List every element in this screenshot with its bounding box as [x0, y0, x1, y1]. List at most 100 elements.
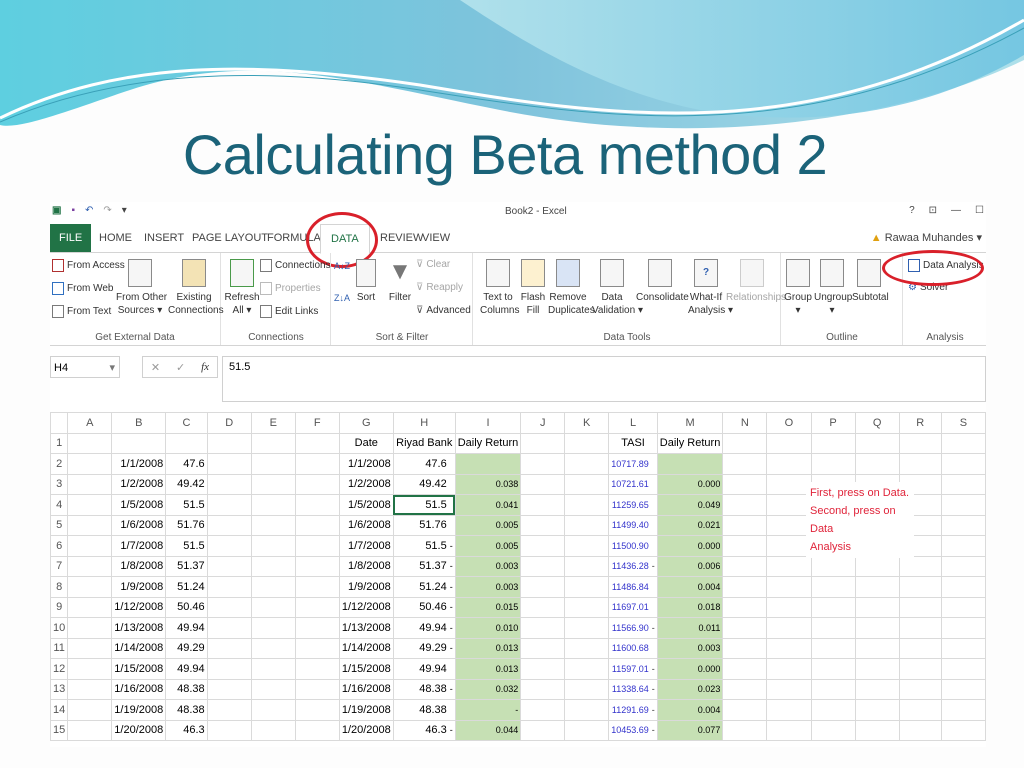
cell-n[interactable] [722, 555, 768, 577]
ribbon-display-icon[interactable]: ⊡ [929, 205, 937, 216]
cell-o[interactable] [766, 535, 812, 557]
cell-f[interactable] [294, 658, 340, 680]
cell-date-g[interactable]: 1/14/2008 [338, 637, 394, 659]
cell-tasi-l[interactable]: 11697.01 [608, 596, 658, 618]
cell-a[interactable] [67, 494, 113, 516]
tab-view[interactable]: VIEW [422, 224, 450, 252]
cell[interactable] [111, 432, 167, 454]
user-account[interactable]: ▲ Rawaa Muhandes ▾ [871, 224, 982, 252]
cell-d[interactable] [206, 699, 252, 721]
cell-riyad-bank-h[interactable]: 46.3- [392, 719, 456, 741]
cell-daily-return-i[interactable]: 0.005 [454, 514, 522, 536]
cell-date-b[interactable]: 1/8/2008 [111, 555, 167, 577]
cell-price-c[interactable]: 49.94 [165, 617, 208, 639]
cell-q[interactable] [854, 637, 900, 659]
cell-daily-return-i[interactable]: 0.044 [454, 719, 522, 741]
cell-a[interactable] [67, 555, 113, 577]
cell[interactable] [940, 432, 986, 454]
cell-a[interactable] [67, 637, 113, 659]
cell-s[interactable] [940, 535, 986, 557]
cell-daily-return-i[interactable] [454, 453, 522, 475]
cell-daily-return-i[interactable]: 0.005 [454, 535, 522, 557]
cell-e[interactable] [250, 596, 296, 618]
cell-e[interactable] [250, 719, 296, 741]
cell[interactable] [766, 432, 812, 454]
cell-tasi-l[interactable]: 11436.28- [608, 555, 658, 577]
cell-daily-return-m[interactable]: 0.004 [656, 699, 724, 721]
cell-e[interactable] [250, 678, 296, 700]
properties-button[interactable]: Properties [260, 282, 321, 295]
cell-e[interactable] [250, 514, 296, 536]
cell-k[interactable] [564, 473, 610, 495]
cancel-icon[interactable]: ✕ [151, 361, 160, 374]
cell-date-g[interactable]: 1/13/2008 [338, 617, 394, 639]
cell-tasi-l[interactable]: 11338.64- [608, 678, 658, 700]
cell-f[interactable] [294, 637, 340, 659]
cell-tasi-l[interactable]: 11566.90- [608, 617, 658, 639]
ungroup-button[interactable]: Ungroup ▾ [814, 259, 852, 317]
what-if-analysis-button[interactable]: ? What-If Analysis ▾ [688, 259, 733, 317]
tab-page-layout[interactable]: PAGE LAYOUT [192, 224, 268, 252]
cell-price-c[interactable]: 51.5 [165, 494, 208, 516]
cell-riyad-bank-h[interactable]: 51.76 [392, 514, 456, 536]
cell-date-g[interactable]: 1/2/2008 [338, 473, 394, 495]
cell-price-c[interactable]: 51.76 [165, 514, 208, 536]
column-header-a[interactable]: A [67, 412, 113, 434]
cell[interactable] [206, 432, 252, 454]
cell-e[interactable] [250, 617, 296, 639]
cell-price-c[interactable]: 46.3 [165, 719, 208, 741]
cell-n[interactable] [722, 719, 768, 741]
cell-daily-return-m[interactable] [656, 453, 724, 475]
cell-j[interactable] [520, 617, 566, 639]
cell-n[interactable] [722, 453, 768, 475]
cell-tasi-l[interactable]: 11600.68 [608, 637, 658, 659]
row-header[interactable]: 2 [50, 453, 69, 475]
cell-date-b[interactable]: 1/6/2008 [111, 514, 167, 536]
row-header[interactable]: 12 [50, 658, 69, 680]
cell-date-b[interactable]: 1/2/2008 [111, 473, 167, 495]
cell-date-g[interactable]: 1/1/2008 [338, 453, 394, 475]
cell-k[interactable] [564, 699, 610, 721]
column-header-r[interactable]: R [898, 412, 942, 434]
cell-p[interactable] [810, 453, 856, 475]
cell-k[interactable] [564, 535, 610, 557]
cell-d[interactable] [206, 596, 252, 618]
cell-f[interactable] [294, 699, 340, 721]
remove-duplicates-button[interactable]: Remove Duplicates [548, 259, 595, 317]
cell-e[interactable] [250, 658, 296, 680]
cell-o[interactable] [766, 678, 812, 700]
column-header-m[interactable]: M [656, 412, 724, 434]
help-icon[interactable]: ? [909, 205, 915, 216]
cell-q[interactable] [854, 453, 900, 475]
cell-tasi-l[interactable]: 11597.01- [608, 658, 658, 680]
cell-k[interactable] [564, 494, 610, 516]
cell-a[interactable] [67, 453, 113, 475]
cell-d[interactable] [206, 453, 252, 475]
cell-price-c[interactable]: 47.6 [165, 453, 208, 475]
cell-s[interactable] [940, 678, 986, 700]
cell-date-g[interactable]: 1/12/2008 [338, 596, 394, 618]
cell-j[interactable] [520, 658, 566, 680]
cell-a[interactable] [67, 658, 113, 680]
cell-daily-return-m[interactable]: 0.000 [656, 473, 724, 495]
column-header-b[interactable]: B [111, 412, 167, 434]
cell[interactable] [898, 432, 942, 454]
cell-n[interactable] [722, 514, 768, 536]
cell-f[interactable] [294, 719, 340, 741]
cell-e[interactable] [250, 453, 296, 475]
sort-a-z-button[interactable]: A↓Z [334, 261, 350, 271]
cell-s[interactable] [940, 576, 986, 598]
subtotal-button[interactable]: Subtotal [852, 259, 889, 304]
cell-price-c[interactable]: 50.46 [165, 596, 208, 618]
select-all-corner[interactable] [50, 412, 69, 434]
cell-date-g[interactable]: 1/19/2008 [338, 699, 394, 721]
cell-price-c[interactable]: 51.5 [165, 535, 208, 557]
cell-r[interactable] [898, 699, 942, 721]
column-header-q[interactable]: Q [854, 412, 900, 434]
header-daily-return-bank[interactable]: Daily Return [454, 432, 522, 454]
column-header-n[interactable]: N [722, 412, 768, 434]
cell-s[interactable] [940, 596, 986, 618]
cell-date-g[interactable]: 1/7/2008 [338, 535, 394, 557]
cell-k[interactable] [564, 719, 610, 741]
refresh-all-button[interactable]: Refresh All ▾ [224, 259, 260, 317]
